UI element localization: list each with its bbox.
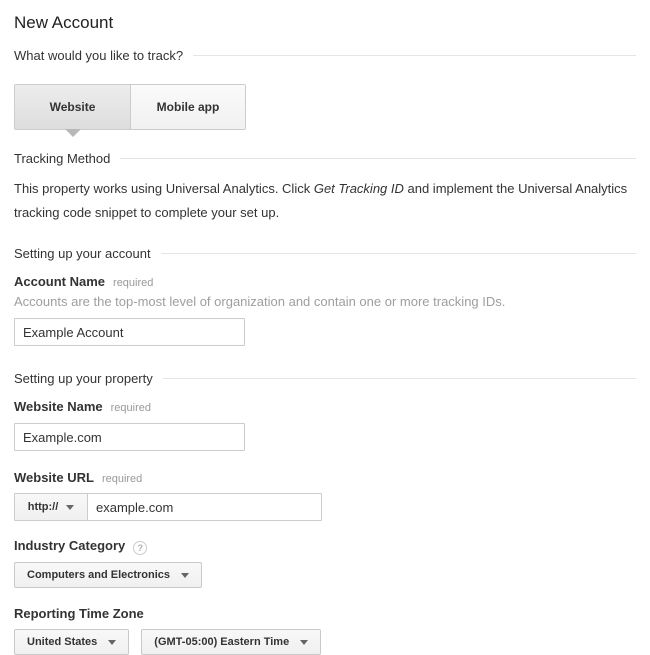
website-name-label-row: Website Name required <box>14 399 636 414</box>
account-name-label: Account Name <box>14 274 105 289</box>
caret-down-icon <box>108 640 116 645</box>
get-tracking-id-emphasis: Get Tracking ID <box>314 181 404 196</box>
tracking-method-heading-row: Tracking Method <box>14 151 636 166</box>
track-type-tab-group: Website Mobile app <box>14 84 246 130</box>
caret-down-icon <box>300 640 308 645</box>
heading-rule <box>120 158 636 159</box>
tracking-method-heading: Tracking Method <box>14 151 110 166</box>
caret-down-icon <box>181 573 189 578</box>
tab-website-label: Website <box>50 100 96 114</box>
property-section-heading-row: Setting up your property <box>14 371 636 386</box>
website-name-required-tag: required <box>111 402 151 414</box>
website-url-input[interactable] <box>87 493 322 521</box>
time-zone-dropdown[interactable]: (GMT-05:00) Eastern Time <box>141 629 321 655</box>
url-protocol-value: http:// <box>28 501 59 513</box>
website-url-row: http:// <box>14 493 636 521</box>
country-dropdown[interactable]: United States <box>14 629 129 655</box>
caret-down-icon <box>66 505 74 510</box>
account-name-input[interactable] <box>14 318 245 346</box>
industry-category-label: Industry Category <box>14 538 125 553</box>
heading-rule <box>161 253 636 254</box>
reporting-time-zone-label: Reporting Time Zone <box>14 606 144 621</box>
heading-rule <box>163 378 636 379</box>
url-protocol-dropdown[interactable]: http:// <box>14 493 88 521</box>
account-name-label-row: Account Name required <box>14 274 636 289</box>
industry-category-value: Computers and Electronics <box>27 569 170 581</box>
reporting-time-zone-label-row: Reporting Time Zone <box>14 606 636 621</box>
property-section-heading: Setting up your property <box>14 371 153 386</box>
website-name-label: Website Name <box>14 399 103 414</box>
tracking-method-description: This property works using Universal Anal… <box>14 177 636 225</box>
website-url-required-tag: required <box>102 473 142 485</box>
industry-category-dropdown[interactable]: Computers and Electronics <box>14 562 202 588</box>
tab-mobile-app[interactable]: Mobile app <box>130 85 245 129</box>
selected-tab-pointer-icon <box>65 129 81 137</box>
website-url-label-row: Website URL required <box>14 470 636 485</box>
industry-category-label-row: Industry Category ? <box>14 538 636 554</box>
account-name-help-text: Accounts are the top-most level of organ… <box>14 294 636 309</box>
help-question-icon[interactable]: ? <box>133 541 147 555</box>
track-section-heading-row: What would you like to track? <box>14 48 636 63</box>
tab-mobile-app-label: Mobile app <box>157 100 220 114</box>
tab-website[interactable]: Website <box>15 85 130 129</box>
website-url-label: Website URL <box>14 470 94 485</box>
time-zone-dropdown-row: United States (GMT-05:00) Eastern Time <box>14 621 636 655</box>
time-zone-value: (GMT-05:00) Eastern Time <box>154 636 289 648</box>
account-name-required-tag: required <box>113 277 153 289</box>
page-title: New Account <box>14 13 636 33</box>
track-section-heading: What would you like to track? <box>14 48 183 63</box>
account-section-heading-row: Setting up your account <box>14 246 636 261</box>
heading-rule <box>193 55 636 56</box>
website-name-input[interactable] <box>14 423 245 451</box>
country-value: United States <box>27 636 97 648</box>
account-section-heading: Setting up your account <box>14 246 151 261</box>
